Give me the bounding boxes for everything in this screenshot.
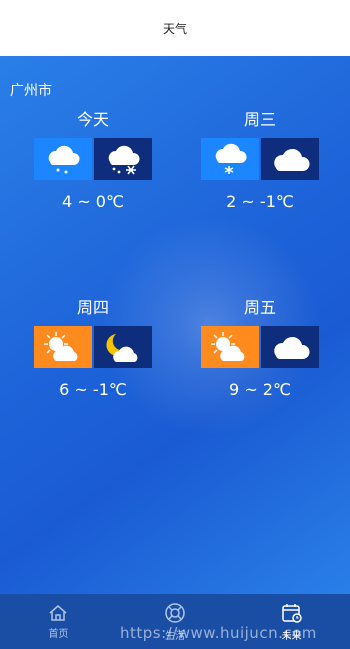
- temperature-range: 4 ~ 0℃: [62, 192, 124, 211]
- partly-sunny-icon: [201, 326, 259, 368]
- temperature-range: 9 ~ 2℃: [229, 380, 291, 399]
- rain-cloud-icon: [34, 138, 92, 180]
- forecast-card-wednesday: 周三 2 ~ -1℃: [185, 110, 335, 211]
- home-icon: [49, 604, 67, 621]
- watermark: https://www.huijucn.com: [120, 624, 317, 642]
- temperature-range: 2 ~ -1℃: [226, 192, 294, 211]
- partly-sunny-icon: [34, 326, 92, 368]
- forecast-day-name: 周五: [243, 298, 276, 317]
- lifebuoy-icon: [165, 602, 185, 623]
- snow-rain-icon: [94, 138, 152, 180]
- cloud-icon: [261, 326, 319, 368]
- forecast-day-name: 周四: [76, 298, 109, 317]
- tab-home[interactable]: 首页: [0, 594, 117, 649]
- forecast-card-thursday: 周四 6 ~ -1℃: [18, 298, 168, 399]
- forecast-day-name: 今天: [76, 110, 109, 129]
- page-title: 天气: [162, 21, 187, 36]
- moon-cloud-icon: [94, 326, 152, 368]
- city-label: 广州市: [10, 83, 52, 99]
- calendar-clock-icon: [281, 603, 302, 623]
- cloud-icon: [261, 138, 319, 180]
- tab-label: 首页: [48, 628, 69, 640]
- app-header: 天气: [0, 0, 350, 56]
- snow-cloud-icon: [201, 138, 259, 180]
- temperature-range: 6 ~ -1℃: [59, 380, 127, 399]
- forecast-card-today: 今天 4 ~ 0℃: [18, 110, 168, 211]
- forecast-card-friday: 周五 9 ~ 2℃: [185, 298, 335, 399]
- forecast-day-name: 周三: [243, 110, 276, 129]
